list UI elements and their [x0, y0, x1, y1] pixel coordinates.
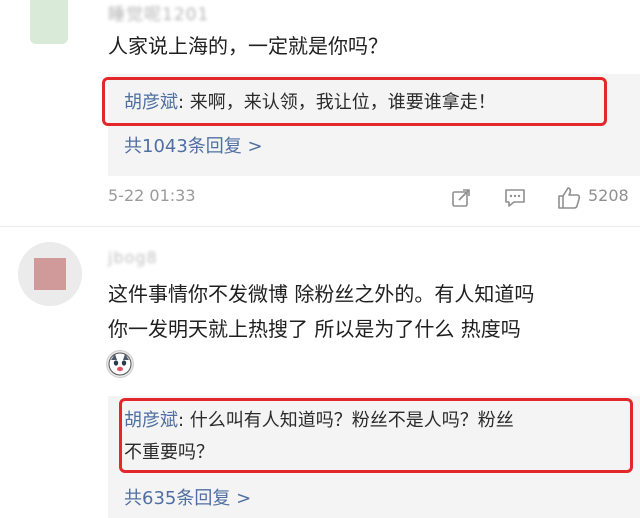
reply-text-continued: 不重要吗？	[124, 442, 214, 463]
reply-author[interactable]: 胡彦斌	[124, 410, 178, 431]
husky-emoji-icon	[106, 350, 134, 378]
reply-author[interactable]: 胡彦斌	[124, 92, 178, 113]
comment-text: 人家说上海的，一定就是你吗？	[108, 34, 388, 58]
avatar[interactable]	[18, 242, 82, 306]
reply-text: : 什么叫有人知道吗？粉丝不是人吗？粉丝	[178, 410, 514, 431]
avatar[interactable]	[30, 0, 68, 44]
view-replies-link[interactable]: 共1043条回复 >	[124, 132, 263, 158]
reply-text: : 来啊，来认领，我让位，谁要谁拿走！	[178, 92, 496, 113]
reply-line: 胡彦斌: 什么叫有人知道吗？粉丝不是人吗？粉丝	[124, 406, 514, 436]
thumbs-up-icon[interactable]	[556, 185, 582, 211]
comment-text-line: 这件事情你不发微博 除粉丝之外的。有人知道吗	[108, 282, 535, 306]
divider	[0, 226, 640, 227]
share-icon[interactable]	[450, 187, 472, 209]
commenter-name[interactable]: 睡觉呢1201	[108, 0, 209, 25]
view-replies-link[interactable]: 共635条回复 >	[124, 484, 251, 510]
comment-text-line: 你一发明天就上热搜了 所以是为了什么 热度吗	[108, 317, 521, 341]
comment-timestamp: 5-22 01:33	[108, 186, 196, 205]
like-count: 5208	[588, 186, 629, 205]
reply-line: 胡彦斌: 来啊，来认领，我让位，谁要谁拿走！	[124, 88, 496, 118]
commenter-name[interactable]: jbog8	[108, 248, 158, 267]
comment-icon[interactable]	[503, 187, 527, 209]
